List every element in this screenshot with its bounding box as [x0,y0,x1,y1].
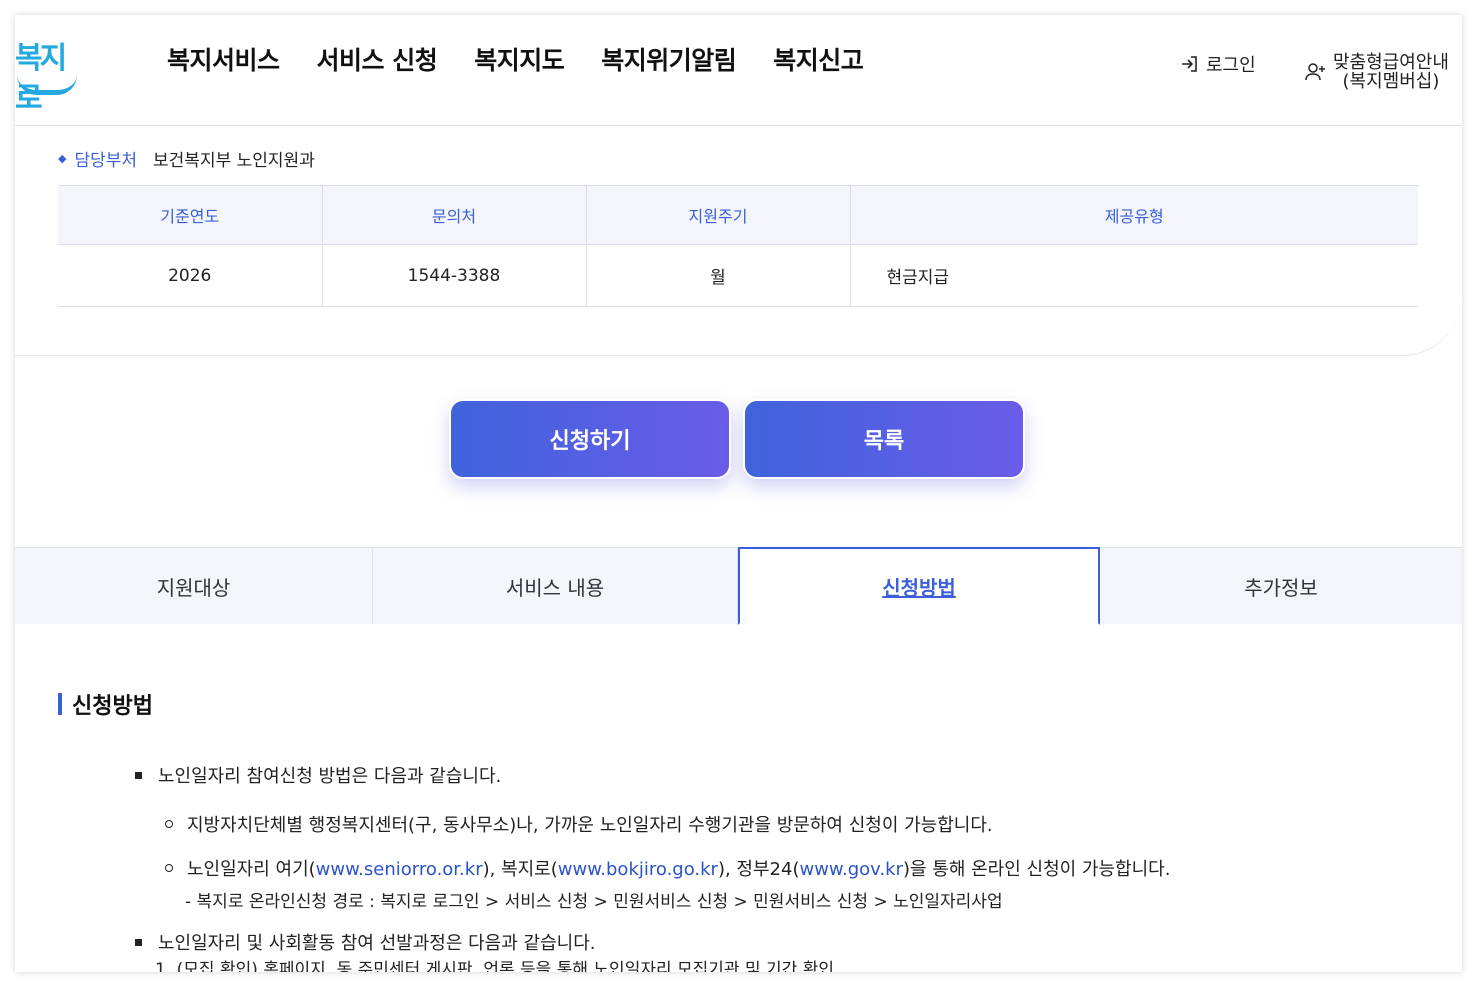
user-add-icon [1305,63,1325,81]
cut-off-line: 1. (모집 확인) 홈페이지, 동 주민센터 게시판, 언론 등을 통해 노인… [155,960,834,972]
member-label-line1: 맞춤형급여안내 [1333,52,1449,73]
nav-welfare-report[interactable]: 복지신고 [773,43,864,79]
diamond-bullet-icon: ◆ [58,152,67,165]
sub-text: 지방자치단체별 행정복지센터(구, 동사무소)나, 가까운 노인일자리 수행기관… [187,815,993,836]
nav-welfare-services[interactable]: 복지서비스 [167,43,280,79]
sub-text: 노인일자리 여기(www.seniorro.or.kr), 복지로(www.bo… [187,855,1170,881]
login-link[interactable]: 로그인 [1180,51,1256,77]
bullet-text: 노인일자리 및 사회활동 참여 선발과정은 다음과 같습니다. [158,933,596,954]
detail-tabs: 지원대상 서비스 내용 신청방법 추가정보 [15,547,1462,625]
tab-how-to-apply[interactable]: 신청방법 [738,547,1100,625]
nav-service-apply[interactable]: 서비스 신청 [317,43,438,79]
service-info-card: ◆ 담당부처 보건복지부 노인지원과 기준연도 문의처 지원주기 제공유형 20… [15,126,1462,356]
main-nav: 복지서비스 서비스 신청 복지지도 복지위기알림 복지신고 [167,43,900,79]
sub-list-item: 지방자치단체별 행정복지센터(구, 동사무소)나, 가까운 노인일자리 수행기관… [165,811,993,837]
cell-contact: 1544-3388 [322,244,587,307]
nav-crisis-alert[interactable]: 복지위기알림 [601,43,737,79]
member-label-line2: (복지멤버십) [1342,71,1440,92]
service-info-table: 기준연도 문의처 지원주기 제공유형 2026 1544-3388 월 현금지급 [58,185,1418,307]
bullet-text: 노인일자리 참여신청 방법은 다음과 같습니다. [158,766,502,787]
tab-service-content[interactable]: 서비스 내용 [373,548,738,624]
department-row: ◆ 담당부처 보건복지부 노인지원과 [58,146,315,171]
col-header-year: 기준연도 [58,185,323,245]
text-fragment: ), 정부24( [717,859,800,880]
cell-year: 2026 [58,244,323,307]
list-item: 노인일자리 및 사회활동 참여 선발과정은 다음과 같습니다. [135,929,596,955]
membership-link[interactable]: 맞춤형급여안내 (복지멤버십) [1305,53,1449,91]
site-header: 복지로 복지서비스 서비스 신청 복지지도 복지위기알림 복지신고 로그인 맞춤… [15,15,1462,126]
bokjiro-link[interactable]: www.bokjiro.go.kr [558,859,718,880]
text-fragment: ), 복지로( [482,859,558,880]
page-frame: 복지로 복지서비스 서비스 신청 복지지도 복지위기알림 복지신고 로그인 맞춤… [15,15,1462,972]
circle-bullet-icon [165,864,173,872]
login-icon [1182,56,1197,72]
gov-link[interactable]: www.gov.kr [799,859,902,880]
login-label: 로그인 [1206,55,1256,76]
col-header-contact: 문의처 [322,185,587,245]
department-value: 보건복지부 노인지원과 [153,151,315,171]
text-fragment: )을 통해 온라인 신청이 가능합니다. [902,859,1171,880]
tab-additional-info[interactable]: 추가정보 [1100,548,1462,624]
route-note: - 복지로 온라인신청 경로 : 복지로 로그인 > 서비스 신청 > 민원서비… [185,892,1003,912]
text-fragment: 노인일자리 여기( [187,859,316,880]
bokjiro-logo[interactable]: 복지로 [15,29,79,116]
table-row: 2026 1544-3388 월 현금지급 [58,244,1418,307]
nav-welfare-map[interactable]: 복지지도 [474,43,565,79]
square-bullet-icon [135,771,142,779]
circle-bullet-icon [165,820,173,828]
square-bullet-icon [135,938,142,946]
title-bar-icon [58,693,62,715]
section-title-text: 신청방법 [72,694,153,719]
list-button[interactable]: 목록 [743,399,1025,479]
list-item: 노인일자리 참여신청 방법은 다음과 같습니다. [135,762,501,788]
cell-cycle: 월 [586,244,851,307]
seniorro-link[interactable]: www.seniorro.or.kr [316,859,483,880]
tab-eligibility[interactable]: 지원대상 [15,548,373,624]
sub-list-item: 노인일자리 여기(www.seniorro.or.kr), 복지로(www.bo… [165,855,1170,881]
apply-button[interactable]: 신청하기 [449,399,731,479]
section-title: 신청방법 [58,688,153,720]
col-header-type: 제공유형 [850,185,1418,245]
table-header-row: 기준연도 문의처 지원주기 제공유형 [58,185,1418,245]
department-label: 담당부처 [74,151,138,171]
col-header-cycle: 지원주기 [586,185,851,245]
cell-type: 현금지급 [850,244,1418,307]
